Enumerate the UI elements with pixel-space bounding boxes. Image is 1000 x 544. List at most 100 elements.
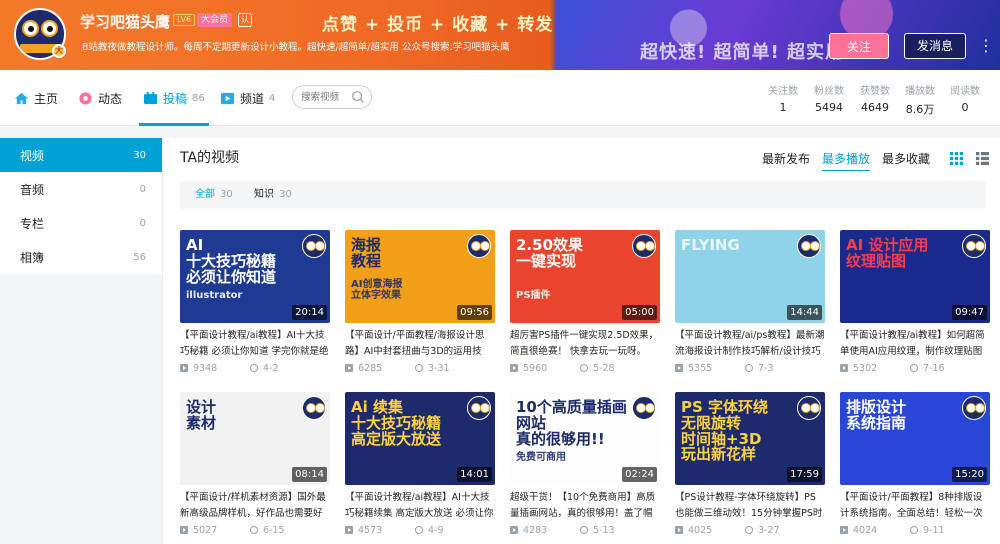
video-title[interactable]: 【平面设计教程/ai教程】如何超简单使用AI应用纹理，制作纹理贴图 — [840, 328, 990, 360]
stat-value: 1 — [779, 101, 787, 114]
stat-value: 0 — [961, 101, 969, 114]
play-count-icon — [510, 364, 518, 372]
tab-home-label: 主页 — [34, 91, 59, 106]
stat-value: 8.6万 — [905, 103, 935, 116]
upload-date: 9-11 — [923, 524, 945, 536]
video-card[interactable]: 设计 素材 08:14 【平面设计/样机素材资源】国外最新高级品牌样机，好作品也需要… — [180, 392, 330, 542]
filter-knowledge[interactable]: 知识 30 — [254, 181, 292, 209]
sidebar-item-audio[interactable]: 音频 0 — [0, 172, 162, 206]
video-card[interactable]: FLYING 14:44 【平面设计教程/ai/ps教程】最新潮流海报设计制作技巧解… — [675, 230, 825, 380]
video-thumbnail[interactable]: PS 字体环绕 无限旋转 时间轴+3D 玩出新花样 17:59 — [675, 392, 825, 485]
category-filter-bar: 全部 30 知识 30 — [180, 181, 986, 209]
tab-channels-count: 4 — [269, 92, 276, 104]
video-thumbnail[interactable]: 海报 教程 AI创意海报 立体字效果 09:56 — [345, 230, 495, 323]
video-card[interactable]: 10个高质量插画网站 真的很够用!! 免费可商用 02:24 超级干货！【10个免费商… — [510, 392, 660, 542]
thumbnail-headline: AI 设计应用 纹理贴图 — [846, 236, 929, 270]
play-count-icon — [840, 364, 848, 372]
video-thumbnail[interactable]: Ai 续集 十大技巧秘籍 高定版大放送 14:01 — [345, 392, 495, 485]
sort-most-played[interactable]: 最多播放 — [822, 150, 871, 171]
video-search-box — [292, 85, 372, 109]
list-view-icon[interactable] — [976, 152, 989, 165]
owl-logo-icon — [22, 20, 58, 44]
upload-date: 6-15 — [263, 524, 285, 536]
thumbnail-headline: FLYING — [681, 236, 740, 254]
more-options-icon[interactable]: ⋮ — [978, 36, 994, 56]
thumbnail-subtext: PS插件 — [516, 289, 551, 301]
filter-all[interactable]: 全部 30 — [195, 181, 233, 209]
video-card[interactable]: 海报 教程 AI创意海报 立体字效果 09:56 【平面设计/平面教程/海报设计思路】… — [345, 230, 495, 380]
video-title[interactable]: 超级干货！【10个免费商用】高质量插画网站，真的很够用！盖了帽 — [510, 490, 660, 522]
tab-channels[interactable]: 频道 4 — [220, 70, 275, 126]
thumbnail-headline: 10个高质量插画网站 真的很够用!! — [516, 398, 627, 448]
video-thumbnail[interactable]: 2.50效果 一键实现 PS插件 05:00 — [510, 230, 660, 323]
video-card[interactable]: AI 十大技巧秘籍 必须让你知道 illustrator 20:14 【平面设计教程/… — [180, 230, 330, 380]
clock-icon — [250, 526, 258, 534]
username: 学习吧猫头鹰 — [80, 13, 171, 31]
dynamic-icon — [79, 91, 92, 105]
owl-logo-icon — [467, 396, 491, 420]
play-count-icon — [180, 364, 188, 372]
video-title[interactable]: 【平面设计/平面教程】8种排版设计系统指南。全面总结！轻松一次 — [840, 490, 990, 522]
search-input[interactable] — [301, 90, 351, 104]
video-thumbnail[interactable]: AI 设计应用 纹理贴图 09:47 — [840, 230, 990, 323]
video-card[interactable]: 2.50效果 一键实现 PS插件 05:00 超厉害PS插件一键实现2.5D效果，简直… — [510, 230, 660, 380]
video-title[interactable]: 【平面设计/样机素材资源】国外最新高级品牌样机，好作品也需要好 — [180, 490, 330, 522]
stat-followers[interactable]: 粉丝数 5494 — [805, 82, 853, 114]
sidebar-item-videos[interactable]: 视频 30 — [0, 138, 162, 172]
play-count-icon — [675, 526, 683, 534]
message-button[interactable]: 发消息 — [904, 33, 966, 59]
filter-label: 知识 — [254, 189, 274, 200]
video-thumbnail[interactable]: 10个高质量插画网站 真的很够用!! 免费可商用 02:24 — [510, 392, 660, 485]
sort-latest[interactable]: 最新发布 — [762, 150, 810, 167]
play-count: 5960 — [523, 362, 548, 374]
video-meta: 9348 4-2 — [180, 361, 330, 375]
thumbnail-headline: PS 字体环绕 无限旋转 时间轴+3D 玩出新花样 — [681, 398, 769, 464]
thumbnail-headline: 2.50效果 一键实现 — [516, 236, 584, 270]
user-signature: B站教夜做教程设计师。每周不定期更新设计小教程。超快速/超简单/超实用 公众号搜… — [82, 42, 510, 53]
owl-logo-icon — [797, 396, 821, 420]
sort-most-favorited[interactable]: 最多收藏 — [882, 150, 930, 167]
clock-icon — [250, 364, 258, 372]
grid-view-icon[interactable] — [950, 152, 963, 165]
video-thumbnail[interactable]: FLYING 14:44 — [675, 230, 825, 323]
owl-logo-icon — [632, 234, 656, 258]
tab-uploads-count: 86 — [192, 92, 205, 104]
play-count-icon — [345, 526, 353, 534]
video-title[interactable]: 【平面设计教程/ai/ps教程】最新潮流海报设计制作技巧解析/设计技巧 — [675, 328, 825, 360]
follow-button[interactable]: 关注 — [829, 33, 889, 59]
owl-logo-icon — [302, 396, 326, 420]
video-title[interactable]: 【平面设计/平面教程/海报设计思路】AI中封套扭曲与3D的运用技 — [345, 328, 495, 360]
tab-dynamic[interactable]: 动态 — [78, 70, 122, 126]
video-title[interactable]: 【PS设计教程-字体环绕旋转】PS也能做三维动效！15分钟掌握PS时间 — [675, 490, 825, 522]
sidebar-item-label: 相簿 — [20, 250, 45, 265]
video-duration: 20:14 — [292, 305, 327, 320]
video-card[interactable]: PS 字体环绕 无限旋转 时间轴+3D 玩出新花样 17:59 【PS设计教程-字体… — [675, 392, 825, 542]
stat-label: 阅读数 — [950, 86, 980, 97]
video-thumbnail[interactable]: 设计 素材 08:14 — [180, 392, 330, 485]
sidebar-item-articles[interactable]: 专栏 0 — [0, 206, 162, 240]
upload-date: 4-9 — [428, 524, 444, 536]
video-duration: 14:44 — [787, 305, 822, 320]
video-thumbnail[interactable]: AI 十大技巧秘籍 必须让你知道 illustrator 20:14 — [180, 230, 330, 323]
video-title[interactable]: 【平面设计教程/ai教程】AI十大技巧秘籍续集 高定版大放送 必须让你 — [345, 490, 495, 522]
video-card[interactable]: AI 设计应用 纹理贴图 09:47 【平面设计教程/ai教程】如何超简单使用AI应… — [840, 230, 990, 380]
tab-dynamic-label: 动态 — [98, 91, 123, 106]
tab-home[interactable]: 主页 — [14, 70, 58, 126]
video-duration: 05:00 — [622, 305, 657, 320]
play-count-icon — [510, 526, 518, 534]
video-title[interactable]: 超厉害PS插件一键实现2.5D效果，简直很绝赛！ 快拿去玩一玩呀。 — [510, 328, 660, 360]
thumbnail-headline: 海报 教程 — [351, 236, 382, 270]
video-thumbnail[interactable]: 排版设计 系统指南 15:20 — [840, 392, 990, 485]
video-card[interactable]: 排版设计 系统指南 15:20 【平面设计/平面教程】8种排版设计系统指南。全面总结… — [840, 392, 990, 542]
tab-uploads[interactable]: 投稿 86 — [139, 70, 209, 126]
stat-following[interactable]: 关注数 1 — [759, 82, 807, 114]
stat-value: 4649 — [861, 101, 889, 114]
clock-icon — [745, 526, 753, 534]
tab-channels-label: 频道 — [240, 91, 265, 106]
stat-label: 获赞数 — [860, 86, 890, 97]
sidebar-item-albums[interactable]: 相簿 56 — [0, 240, 162, 274]
search-icon[interactable] — [351, 90, 365, 104]
video-title[interactable]: 【平面设计教程/ai教程】AI十大技巧秘籍 必须让你知道 学完你就是绝 — [180, 328, 330, 360]
video-card[interactable]: Ai 续集 十大技巧秘籍 高定版大放送 14:01 【平面设计教程/ai教程】AI十… — [345, 392, 495, 542]
big-vip-badge[interactable]: 大会员 — [197, 13, 233, 27]
